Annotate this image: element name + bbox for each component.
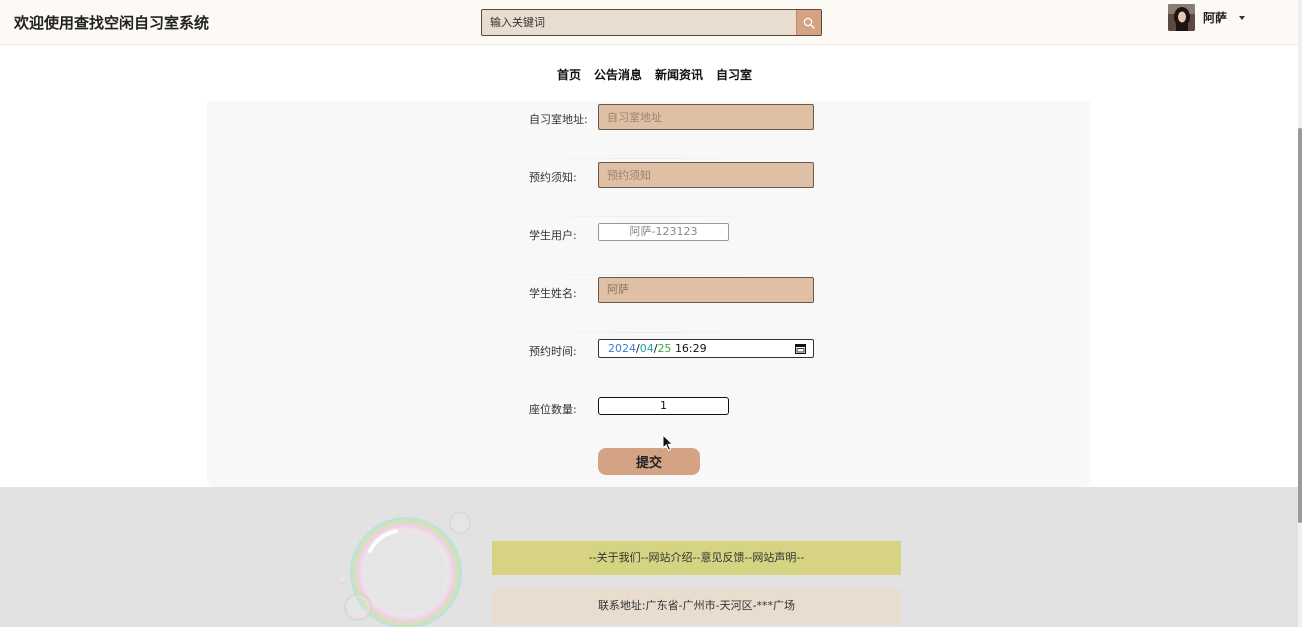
scrollbar[interactable]: [1298, 0, 1302, 627]
seat-count-label: 座位数量:: [529, 403, 577, 416]
search-button[interactable]: [796, 10, 821, 35]
nav-item-announcements[interactable]: 公告消息: [594, 66, 642, 83]
form-row-student-name: 学生姓名: 阿萨: [207, 275, 1090, 333]
page: 欢迎使用查找空闲自习室系统 阿萨: [0, 0, 1302, 627]
form-row-reserve-time: 预约时间: 2024/04/25 16:29: [207, 333, 1090, 391]
nav-item-home[interactable]: 首页: [557, 66, 581, 83]
footer-address: 联系地址:广东省-广州市-天河区-***广场: [492, 589, 901, 625]
calendar-icon[interactable]: [795, 343, 806, 354]
footer-links[interactable]: --关于我们--网站介绍--意见反馈--网站声明--: [492, 541, 901, 575]
reservation-form: 自习室地址: 预约须知: 学生用户: 阿萨-123123 学生姓名: 阿萨 预约…: [207, 101, 1090, 487]
scrollbar-thumb[interactable]: [1298, 128, 1302, 523]
avatar[interactable]: [1168, 4, 1195, 31]
notice-input[interactable]: [598, 162, 814, 188]
search-box: [481, 9, 822, 36]
date-year[interactable]: 2024: [608, 342, 636, 355]
address-input[interactable]: [598, 104, 814, 130]
address-label: 自习室地址:: [529, 113, 588, 126]
student-name-field[interactable]: 阿萨: [598, 277, 814, 303]
caret-down-icon[interactable]: [1239, 15, 1246, 20]
mouse-cursor-icon: [662, 434, 674, 452]
user-menu[interactable]: 阿萨: [1168, 4, 1246, 31]
nav-item-study-rooms[interactable]: 自习室: [716, 66, 752, 83]
search-icon: [803, 17, 815, 29]
footer: --关于我们--网站介绍--意见反馈--网站声明-- 联系地址:广东省-广州市-…: [0, 487, 1298, 627]
seat-count-input[interactable]: 1: [598, 397, 729, 415]
bubble-decoration-icon: [337, 512, 471, 627]
site-title: 欢迎使用查找空闲自习室系统: [14, 14, 210, 32]
nav-item-news[interactable]: 新闻资讯: [655, 66, 703, 83]
student-user-label: 学生用户:: [529, 229, 577, 242]
student-name-label: 学生姓名:: [529, 287, 577, 300]
submit-button[interactable]: 提交: [598, 448, 700, 475]
main-nav: 首页 公告消息 新闻资讯 自习室: [557, 66, 752, 83]
reserve-time-label: 预约时间:: [529, 345, 577, 358]
avatar-image: [1168, 4, 1195, 31]
form-row-seat-count: 座位数量: 1: [207, 391, 1090, 449]
notice-label: 预约须知:: [529, 171, 577, 184]
form-row-student-user: 学生用户: 阿萨-123123: [207, 217, 1090, 275]
date-day[interactable]: 25: [657, 342, 671, 355]
reserve-time-input[interactable]: 2024/04/25 16:29: [598, 339, 814, 358]
form-row-notice: 预约须知:: [207, 159, 1090, 217]
form-row-address: 自习室地址:: [207, 101, 1090, 159]
header: 欢迎使用查找空闲自习室系统 阿萨: [0, 0, 1298, 45]
student-user-field[interactable]: 阿萨-123123: [598, 223, 729, 241]
date-time[interactable]: 16:29: [675, 342, 707, 355]
date-month[interactable]: 04: [640, 342, 654, 355]
search-input[interactable]: [482, 10, 796, 35]
user-name[interactable]: 阿萨: [1203, 9, 1227, 26]
